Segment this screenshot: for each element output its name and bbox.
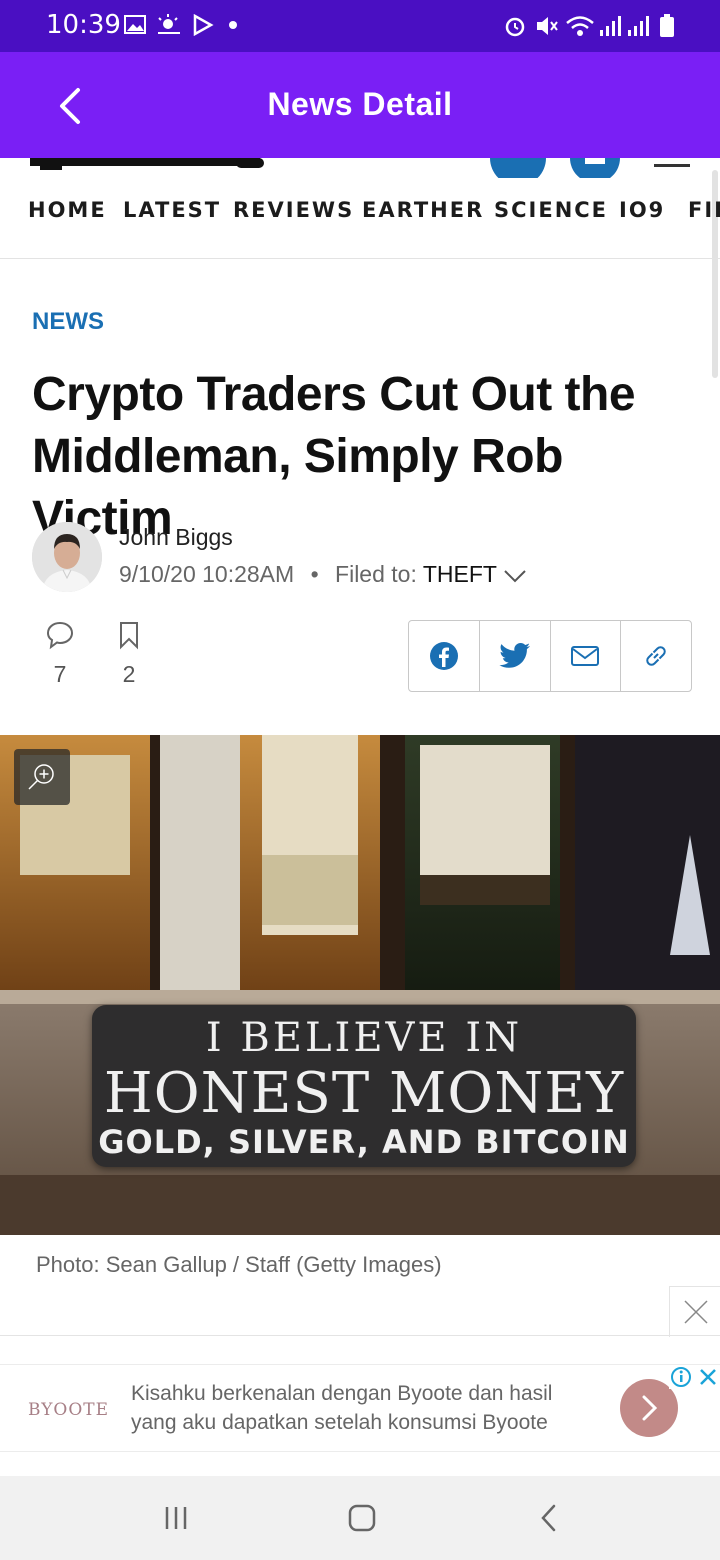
recent-apps-button[interactable] <box>156 1498 196 1538</box>
ad-banner[interactable]: BYOOTE Kisahku berkenalan dengan Byoote … <box>0 1364 720 1452</box>
bookmark-icon <box>120 622 138 650</box>
nav-divider <box>0 258 720 259</box>
app-bar: News Detail <box>0 52 720 158</box>
ad-divider <box>0 1335 720 1336</box>
chevron-right-icon <box>642 1395 658 1421</box>
filed-tag[interactable]: THEFT <box>423 561 497 587</box>
share-link-button[interactable] <box>621 621 691 691</box>
comments-button[interactable]: 7 <box>40 620 80 688</box>
close-ad-button[interactable] <box>669 1286 720 1337</box>
home-icon <box>348 1504 376 1532</box>
status-time: 10:39 <box>46 10 121 40</box>
image-icon <box>124 15 146 34</box>
play-store-icon <box>193 14 214 36</box>
bookmarks-count: 2 <box>122 661 136 687</box>
nav-science[interactable]: SCIENCE <box>494 198 608 222</box>
share-buttons <box>408 620 692 692</box>
nav-home[interactable]: HOME <box>28 198 107 222</box>
dot-icon <box>229 21 237 29</box>
article-webview[interactable]: HOME LATEST REVIEWS EARTHER SCIENCE IO9 … <box>0 158 720 1476</box>
article-headline: Crypto Traders Cut Out the Middleman, Si… <box>32 368 636 545</box>
weather-icon <box>158 14 180 34</box>
share-twitter-button[interactable] <box>480 621 551 691</box>
mute-icon <box>537 17 558 35</box>
back-button[interactable] <box>530 1498 570 1538</box>
chevron-down-icon[interactable] <box>503 569 527 583</box>
twitter-icon <box>498 643 530 668</box>
signal-icon <box>628 16 649 36</box>
home-button[interactable] <box>342 1498 382 1538</box>
ad-close-icon[interactable] <box>696 1365 720 1389</box>
comments-count: 7 <box>53 661 67 687</box>
sign-line-2: HONEST MONEY <box>103 1061 625 1126</box>
ad-brand-logo: BYOOTE <box>28 1400 110 1420</box>
app-bar-title: News Detail <box>267 86 453 122</box>
alarm-icon <box>505 17 525 37</box>
author-name[interactable]: John Biggs <box>119 524 233 551</box>
nav-reviews[interactable]: REVIEWS <box>233 198 354 222</box>
battery-icon <box>660 14 674 37</box>
close-icon <box>683 1300 708 1324</box>
photo-sign: I BELIEVE IN HONEST MONEY GOLD, SILVER, … <box>92 1005 636 1167</box>
recent-apps-icon <box>165 1507 187 1529</box>
site-nav: HOME LATEST REVIEWS EARTHER SCIENCE IO9 … <box>0 198 720 230</box>
photo-caption: Photo: Sean Gallup / Staff (Getty Images… <box>36 1252 442 1277</box>
link-icon <box>646 646 666 666</box>
meta-separator: • <box>310 561 319 587</box>
article-photo[interactable]: I BELIEVE IN HONEST MONEY GOLD, SILVER, … <box>0 735 720 1235</box>
share-facebook-button[interactable] <box>409 621 480 691</box>
system-nav-bar <box>0 1476 720 1560</box>
share-mail-button[interactable] <box>551 621 622 691</box>
nav-latest[interactable]: LATEST <box>123 198 221 222</box>
publish-date: 9/10/20 10:28AM <box>119 561 295 587</box>
filed-label: Filed to: <box>335 561 417 587</box>
article-meta: 9/10/20 10:28AM • Filed to: THEFT <box>119 561 527 588</box>
article-category[interactable]: NEWS <box>32 308 104 336</box>
zoom-button[interactable] <box>14 749 70 805</box>
wifi-icon <box>566 16 594 36</box>
comment-icon <box>46 621 74 650</box>
author-avatar[interactable] <box>32 522 102 592</box>
mail-icon <box>571 646 600 666</box>
bookmark-button[interactable]: 2 <box>109 620 149 688</box>
ad-info-icon[interactable] <box>669 1365 693 1389</box>
zoom-in-icon <box>28 764 54 790</box>
nav-io9[interactable]: IO9 <box>619 198 665 222</box>
sign-line-1: I BELIEVE IN <box>205 1015 523 1061</box>
back-icon <box>541 1504 556 1532</box>
sign-line-3: GOLD, SILVER, AND BITCOIN <box>98 1123 630 1161</box>
site-logo[interactable] <box>0 158 720 178</box>
nav-more[interactable]: FIE <box>688 198 720 222</box>
facebook-icon <box>429 642 458 670</box>
status-bar: 10:39 <box>0 0 720 52</box>
nav-earther[interactable]: EARTHER <box>362 198 484 222</box>
signal-icon <box>600 16 621 36</box>
ad-text[interactable]: Kisahku berkenalan dengan Byoote dan has… <box>131 1379 601 1437</box>
